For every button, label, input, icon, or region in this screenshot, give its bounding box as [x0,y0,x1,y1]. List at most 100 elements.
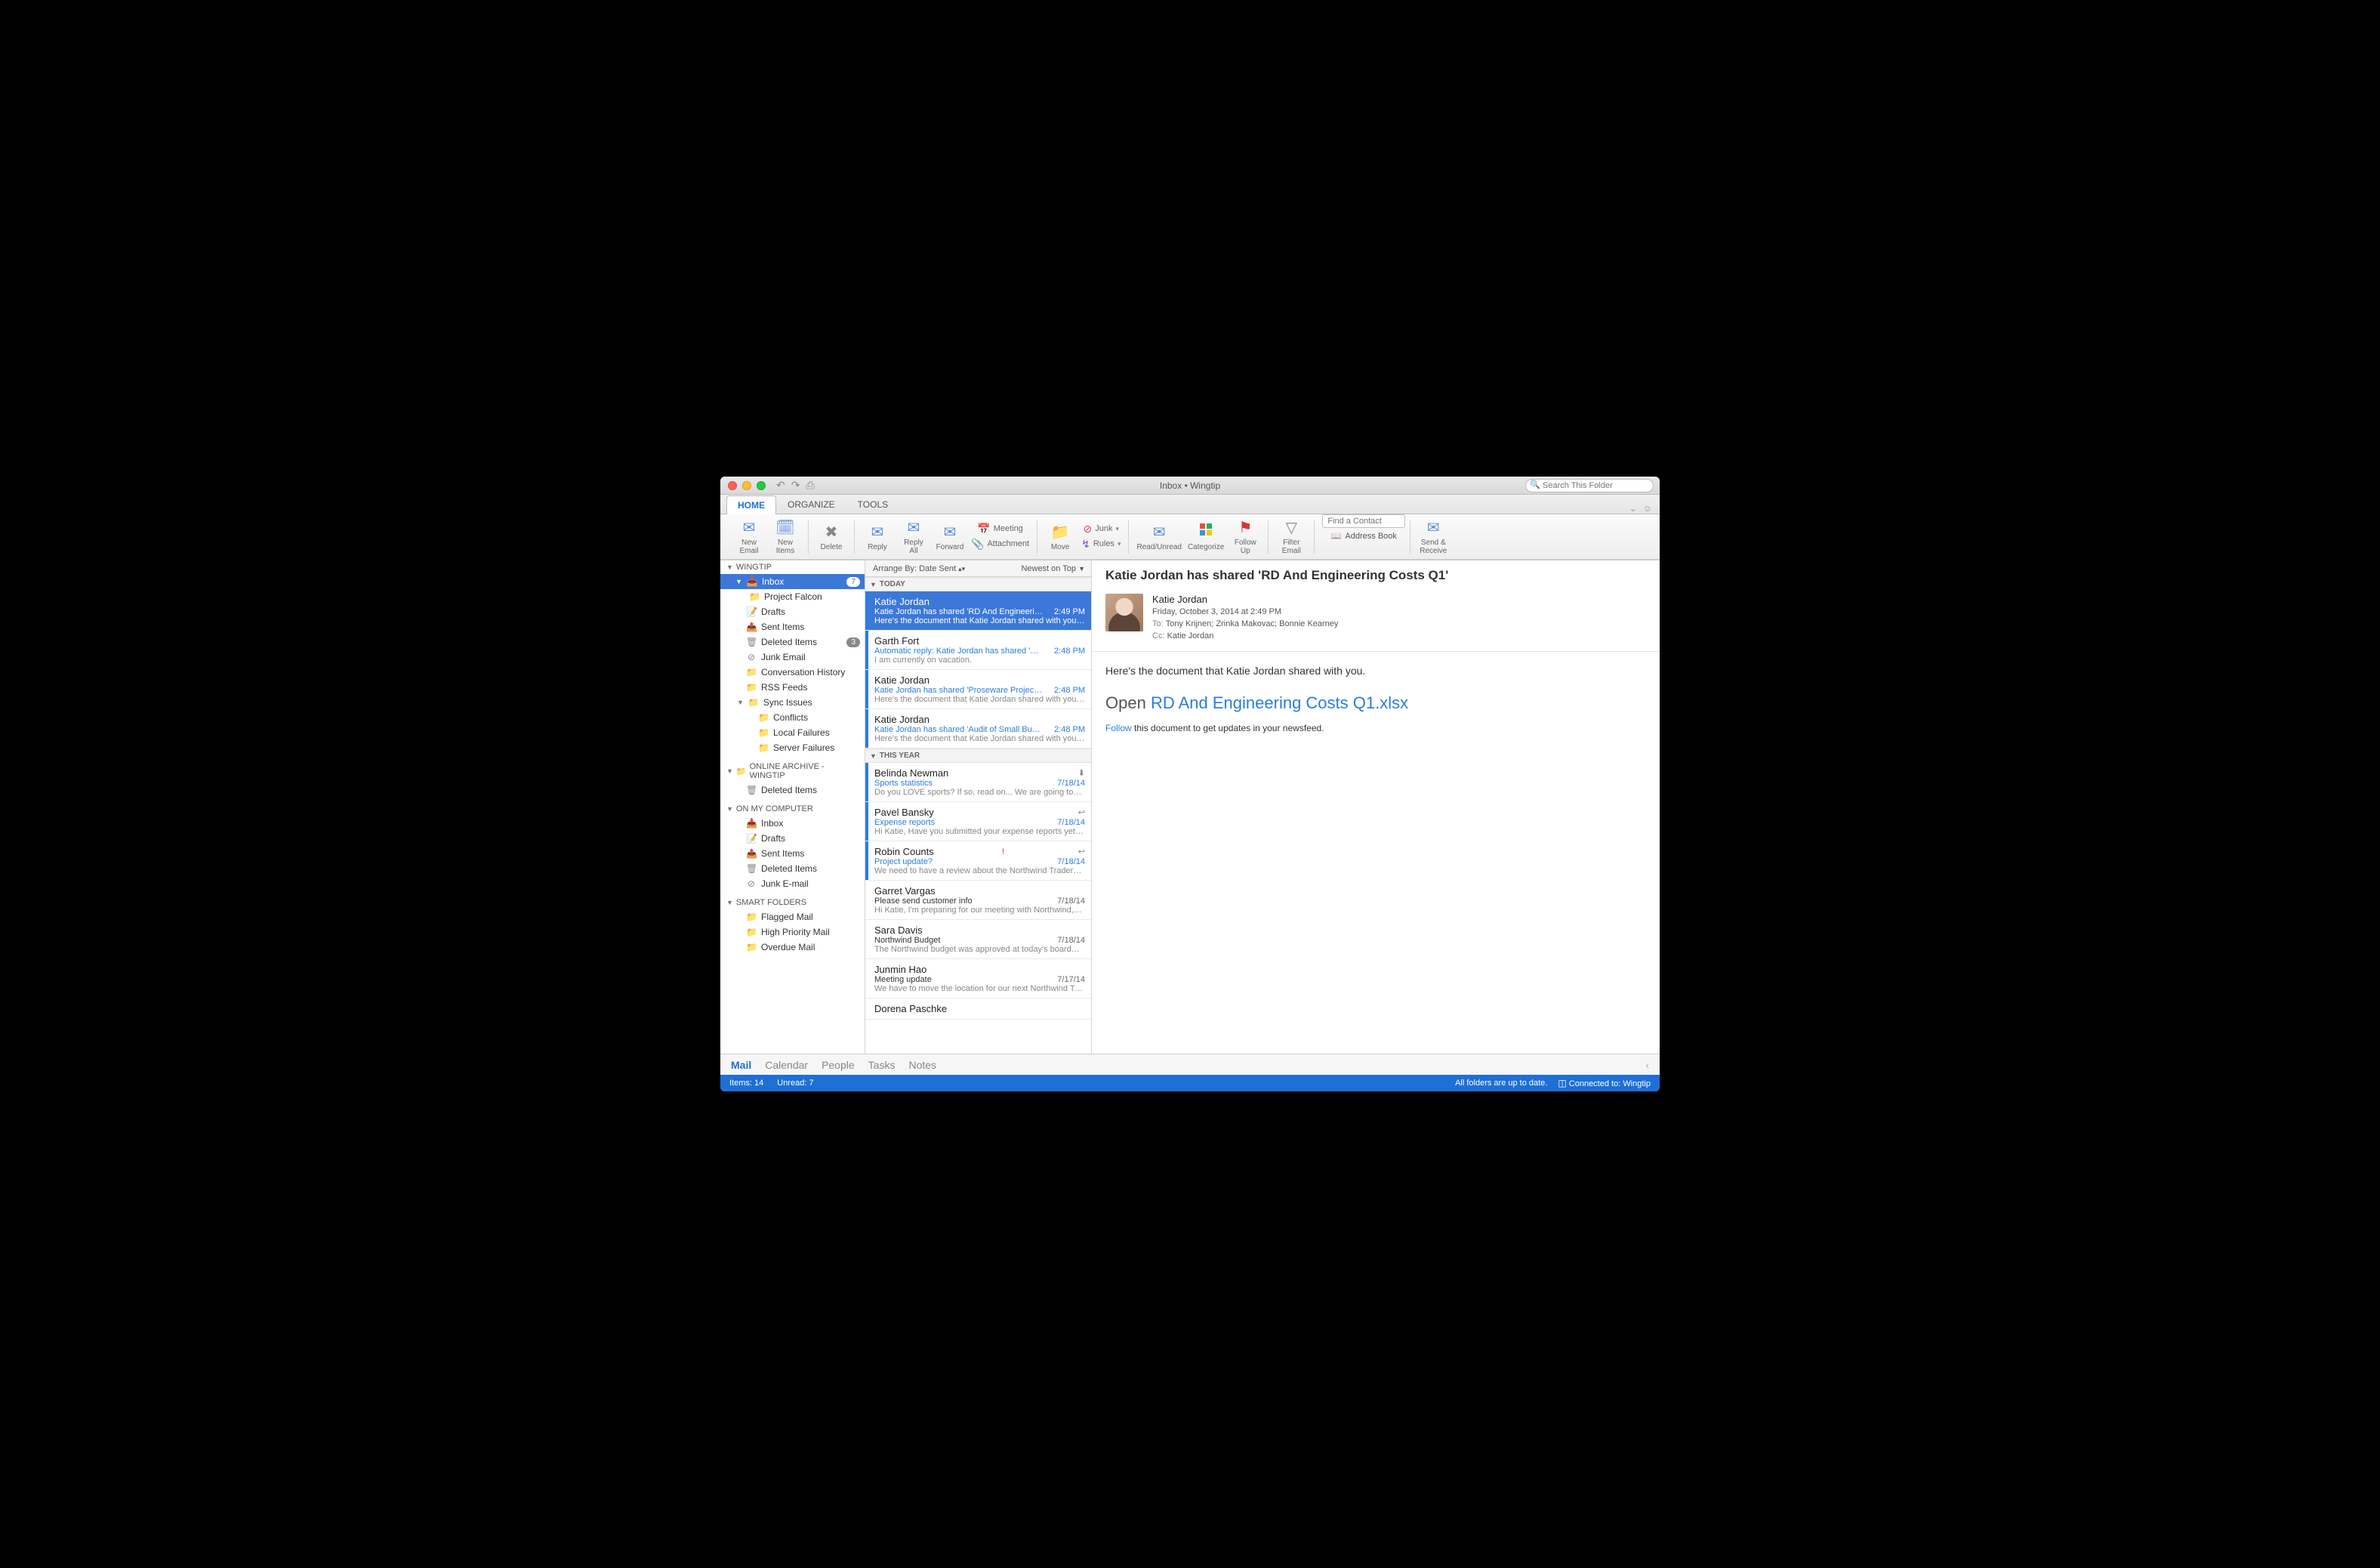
nav-calendar[interactable]: Calendar [765,1059,808,1071]
calendar-icon: 📅 [977,523,990,536]
message-from: Junmin Hao [874,964,926,975]
message-item[interactable]: Dorena Paschke [865,999,1091,1020]
rules-button[interactable]: ↯ Rules▾ [1081,538,1121,551]
account-header-archive[interactable]: ▼📁Online Archive - Wingtip [720,760,865,782]
message-preview: Hi Katie, I'm preparing for our meeting … [874,906,1085,915]
address-book-button[interactable]: 📖 Address Book [1331,531,1397,541]
smiley-feedback-icon[interactable]: ☺ [1643,503,1652,514]
message-subject-preview: Katie Jordan has shared 'Audit of Small … [874,725,1048,734]
message-item[interactable]: Belinda Newman⬇Sports statistics7/18/14D… [865,763,1091,802]
arrange-by-button[interactable]: Arrange By: Date Sent ▴▾ [865,564,1021,573]
nav-mail[interactable]: Mail [731,1059,751,1071]
reply-icon: ✉ [871,523,884,542]
message-item[interactable]: Katie JordanKatie Jordan has shared 'Pro… [865,670,1091,709]
smart-flagged[interactable]: 📁Flagged Mail [720,909,865,924]
folder-rss[interactable]: 📁RSS Feeds [720,680,865,695]
message-time: 2:49 PM [1054,607,1085,616]
body-intro: Here's the document that Katie Jordan sh… [1105,662,1646,679]
replied-icon: ↩ [1078,807,1085,817]
tab-organize[interactable]: ORGANIZE [776,495,846,514]
folder-sent[interactable]: 📤Sent Items [720,619,865,634]
oc-inbox[interactable]: 📥Inbox [720,816,865,831]
cc-recipients: Katie Jordan [1167,631,1214,640]
oc-sent[interactable]: 📤Sent Items [720,846,865,861]
tab-home[interactable]: HOME [726,495,776,514]
send-receive-button[interactable]: ✉ Send & Receive [1418,518,1448,555]
new-email-button[interactable]: ✉ New Email [734,518,764,555]
section-smart-folders[interactable]: ▼SMART FOLDERS [720,896,865,909]
importance-icon: ! [1002,847,1004,857]
folder-deleted[interactable]: 🗑Deleted Items3 [720,634,865,650]
redo-icon[interactable]: ↷ [791,479,800,492]
minimize-window-button[interactable] [742,481,751,490]
message-item[interactable]: Garth FortAutomatic reply: Katie Jordan … [865,631,1091,670]
message-item[interactable]: Sara DavisNorthwind Budget7/18/14The Nor… [865,920,1091,959]
filter-email-button[interactable]: ▽ Filter Email [1276,518,1306,555]
message-item[interactable]: Junmin HaoMeeting update7/17/14We have t… [865,959,1091,999]
message-preview: Here's the document that Katie Jordan sh… [874,695,1085,704]
message-from: Garth Fort [874,635,919,647]
message-scroll[interactable]: ▼TODAY Katie JordanKatie Jordan has shar… [865,577,1091,1054]
oc-drafts[interactable]: 📝Drafts [720,831,865,846]
categorize-button[interactable]: Categorize [1188,522,1224,551]
nav-tasks[interactable]: Tasks [868,1059,896,1071]
folder-conflicts[interactable]: 📁Conflicts [720,710,865,725]
message-header: Katie Jordan Friday, October 3, 2014 at … [1152,594,1338,642]
folder-sync-issues[interactable]: ▼📁Sync Issues [720,695,865,710]
folder-project-falcon[interactable]: 📁Project Falcon [720,589,865,604]
nav-people[interactable]: People [822,1059,855,1071]
sort-order-button[interactable]: Newest on Top ▼ [1021,564,1091,573]
oc-junk[interactable]: ⊘Junk E-mail [720,876,865,891]
folder-icon: 📁 [758,727,769,738]
send-receive-icon: ✉ [1427,518,1440,537]
folder-inbox[interactable]: ▼ 📥 Inbox 7 [720,574,865,589]
reply-button[interactable]: ✉ Reply [862,523,892,551]
message-item[interactable]: Robin Counts! ↩Project update?7/18/14We … [865,841,1091,881]
nav-notes[interactable]: Notes [908,1059,936,1071]
folder-drafts[interactable]: 📝Drafts [720,604,865,619]
message-item[interactable]: Katie JordanKatie Jordan has shared 'RD … [865,591,1091,631]
account-header-wingtip[interactable]: ▼WINGTIP [720,560,865,574]
close-window-button[interactable] [728,481,737,490]
meeting-button[interactable]: 📅 Meeting [971,523,1029,536]
print-icon[interactable]: ⎙ [806,479,814,492]
follow-up-button[interactable]: ⚑ Follow Up [1230,518,1260,555]
read-unread-button[interactable]: ✉ Read/Unread [1136,523,1181,551]
folder-junk[interactable]: ⊘Junk Email [720,650,865,665]
group-today[interactable]: ▼TODAY [865,577,1091,591]
zoom-window-button[interactable] [757,481,766,490]
folder-conversation-history[interactable]: 📁Conversation History [720,665,865,680]
move-button[interactable]: 📁 Move [1045,523,1075,551]
smart-high-priority[interactable]: 📁High Priority Mail [720,924,865,940]
folder-server-failures[interactable]: 📁Server Failures [720,740,865,755]
message-preview: We have to move the location for our nex… [874,984,1085,993]
folder-tree[interactable]: ▼WINGTIP ▼ 📥 Inbox 7 📁Project Falcon 📝Dr… [720,560,865,1054]
document-link[interactable]: RD And Engineering Costs Q1.xlsx [1151,693,1408,712]
new-items-button[interactable]: 🗓 New Items [770,518,800,555]
junk-button[interactable]: ⊘ Junk▾ [1081,523,1121,536]
search-input[interactable] [1525,479,1654,492]
ribbon-tabs: HOME ORGANIZE TOOLS ⌄ ☺ [720,495,1660,514]
message-item[interactable]: Garret VargasPlease send customer info7/… [865,881,1091,920]
forward-button[interactable]: ✉ Forward [935,523,965,551]
attachment-button[interactable]: 📎 Attachment [971,538,1029,551]
follow-link[interactable]: Follow [1105,723,1132,733]
section-on-my-computer[interactable]: ▼ON MY COMPUTER [720,802,865,816]
message-subject-preview: Northwind Budget [874,936,1051,945]
rules-icon: ↯ [1081,538,1090,551]
delete-button[interactable]: ✖ Delete [816,523,846,551]
oc-deleted[interactable]: 🗑Deleted Items [720,861,865,876]
message-from: Katie Jordan [874,674,929,686]
message-item[interactable]: Katie JordanKatie Jordan has shared 'Aud… [865,709,1091,749]
archive-deleted[interactable]: 🗑Deleted Items [720,782,865,798]
smart-overdue[interactable]: 📁Overdue Mail [720,940,865,955]
find-contact-input[interactable] [1322,514,1405,528]
message-item[interactable]: Pavel Bansky↩Expense reports7/18/14Hi Ka… [865,802,1091,841]
group-this-year[interactable]: ▼THIS YEAR [865,749,1091,763]
undo-icon[interactable]: ↶ [776,479,785,492]
tab-tools[interactable]: TOOLS [846,495,899,514]
nav-expand-icon[interactable]: ‹ [1645,1059,1649,1071]
folder-local-failures[interactable]: 📁Local Failures [720,725,865,740]
reply-all-button[interactable]: ✉ Reply All [899,518,929,555]
collapse-ribbon-icon[interactable]: ⌄ [1629,503,1637,514]
